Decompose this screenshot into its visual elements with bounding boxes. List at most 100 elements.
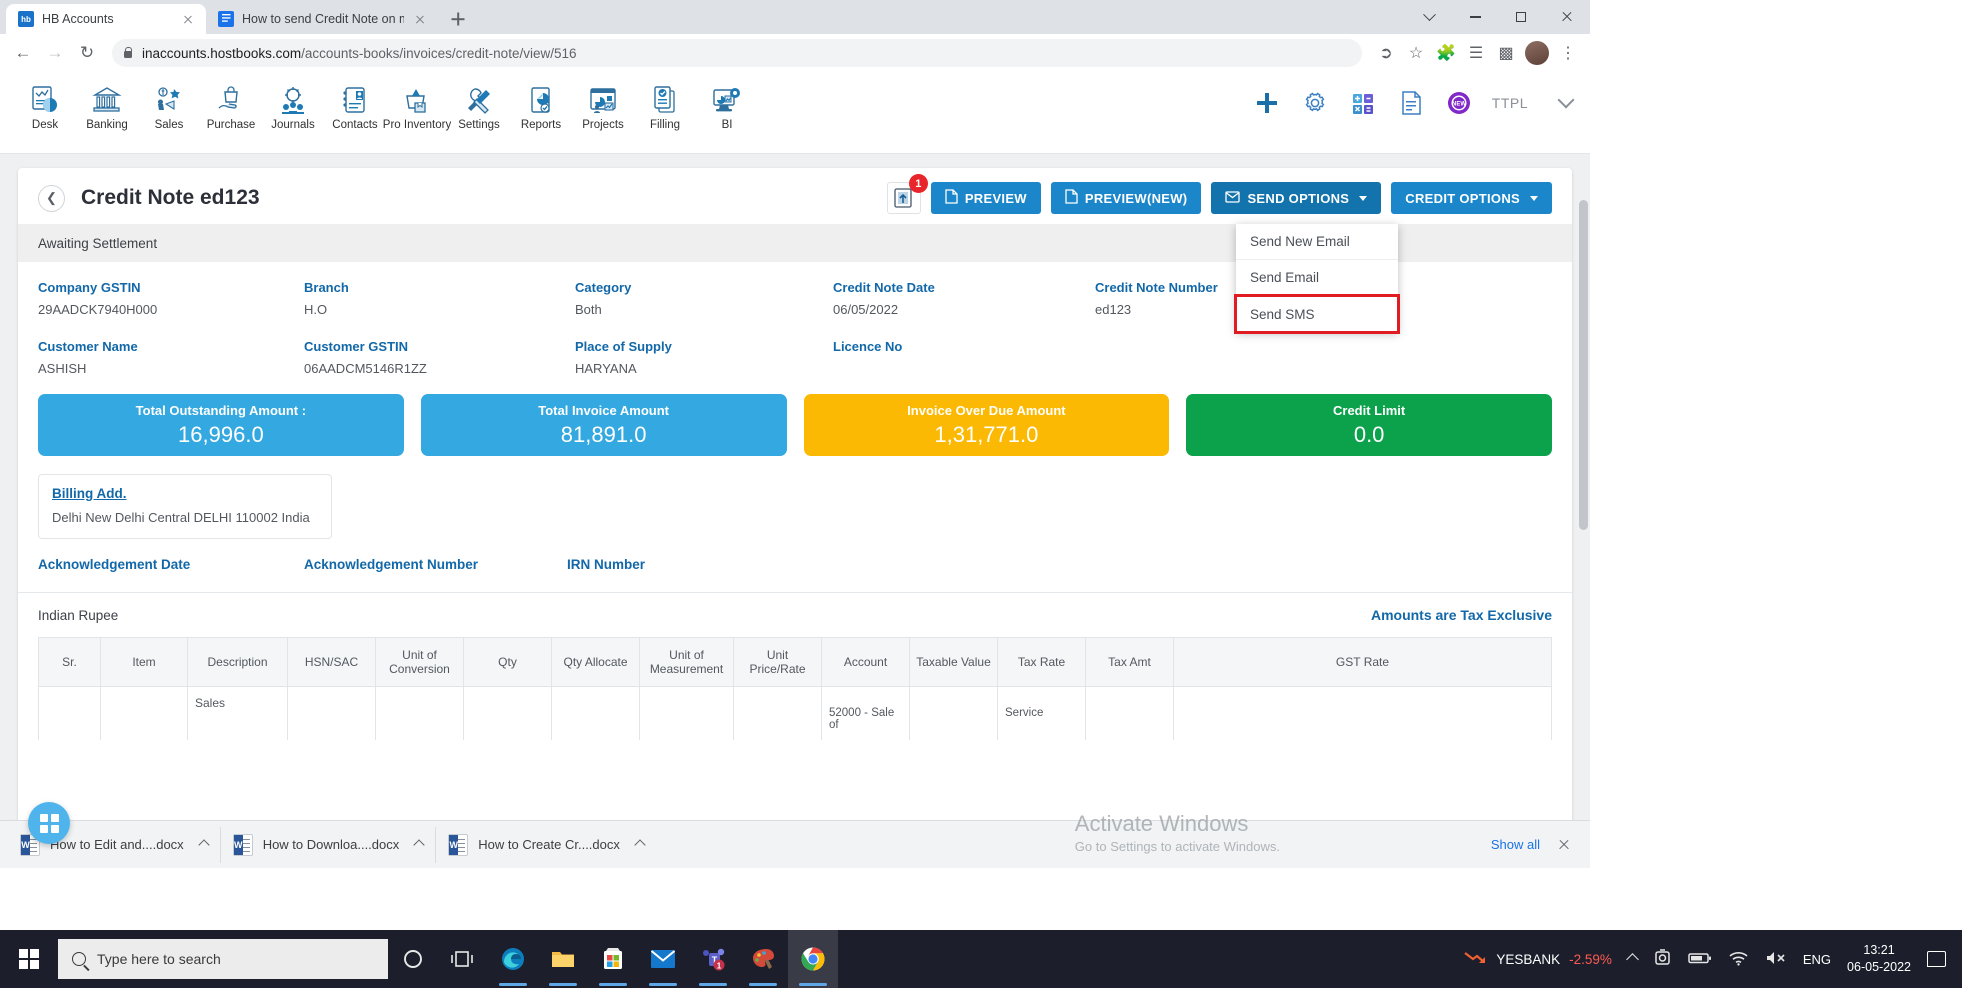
dropdown-item-label: Send SMS (1250, 306, 1315, 322)
task-view-icon[interactable] (438, 930, 488, 988)
reload-icon[interactable]: ↻ (72, 38, 102, 68)
dropdown-item-label: Send Email (1250, 270, 1320, 285)
summary-card-total-invoice: Total Invoice Amount 81,891.0 (420, 394, 787, 456)
volume-muted-icon[interactable] (1765, 950, 1787, 969)
gear-icon[interactable] (1300, 88, 1330, 118)
new-badge-icon[interactable]: NEW (1444, 88, 1474, 118)
dropdown-item-send-sms[interactable]: Send SMS (1234, 294, 1400, 334)
taskbar-search-input[interactable]: Type here to search (58, 939, 388, 979)
field-acknowledgement-date: Acknowledgement Date (38, 557, 304, 572)
extensions-icon[interactable]: 🧩 (1432, 39, 1460, 67)
apps-grid-icon[interactable] (28, 802, 70, 844)
clock-time: 13:21 (1863, 943, 1895, 958)
show-hidden-icons-icon[interactable] (1626, 952, 1639, 966)
nav-item-contacts[interactable]: Contacts (324, 80, 386, 131)
plus-icon[interactable] (1252, 88, 1282, 118)
chrome-menu-icon[interactable]: ⋮ (1554, 39, 1582, 67)
show-all-downloads-link[interactable]: Show all (1491, 837, 1552, 852)
preview-new-button[interactable]: PREVIEW(NEW) (1050, 182, 1202, 214)
browser-tab-hb-accounts[interactable]: hb HB Accounts (6, 4, 206, 34)
preview-button[interactable]: PREVIEW (930, 182, 1041, 214)
nav-item-bi[interactable]: BI (696, 80, 758, 131)
address-bar[interactable]: inaccounts.hostbooks.com/accounts-books/… (112, 39, 1362, 67)
summary-cards-row: Total Outstanding Amount : 16,996.0 Tota… (18, 376, 1572, 456)
billing-address-title[interactable]: Billing Add. (52, 486, 318, 501)
reading-list-icon[interactable]: ☰ (1462, 39, 1490, 67)
column-header-tax-rate: Tax Rate (998, 638, 1086, 686)
language-indicator[interactable]: ENG (1803, 952, 1831, 967)
page-scrollbar[interactable] (1579, 154, 1588, 860)
table-row[interactable]: Sales 52000 - Sale of Service (39, 686, 1551, 740)
teams-icon[interactable]: T1 (688, 930, 738, 988)
file-explorer-icon[interactable] (538, 930, 588, 988)
chrome-icon[interactable] (788, 930, 838, 988)
forward-icon[interactable]: → (40, 38, 70, 68)
camera-icon[interactable] (1653, 948, 1672, 970)
nav-item-journals[interactable]: Journals (262, 80, 324, 131)
maximize-icon[interactable] (1498, 0, 1544, 34)
nav-item-settings[interactable]: Settings (448, 80, 510, 131)
cell-tax-amt (1086, 687, 1174, 740)
cell-unit-of-measurement (640, 687, 734, 740)
print-export-icon[interactable]: 1 (886, 174, 928, 214)
profile-avatar[interactable] (1525, 41, 1549, 65)
download-item-2[interactable]: How to Downloa....docx (221, 826, 437, 863)
word-doc-icon (448, 833, 469, 856)
nav-item-projects[interactable]: Projects (572, 80, 634, 131)
windows-start-icon[interactable] (0, 930, 58, 988)
battery-icon[interactable] (1688, 951, 1712, 968)
calculator-icon[interactable] (1348, 88, 1378, 118)
minimize-icon[interactable] (1452, 0, 1498, 34)
nav-item-sales[interactable]: Sales (138, 80, 200, 131)
download-item-3[interactable]: How to Create Cr....docx (436, 827, 656, 863)
taskbar-clock[interactable]: 13:21 06-05-2022 (1847, 942, 1911, 976)
bookmark-star-icon[interactable]: ☆ (1402, 39, 1430, 67)
nav-item-filling[interactable]: Filling (634, 80, 696, 131)
wifi-icon[interactable] (1728, 950, 1749, 969)
paint-icon[interactable] (738, 930, 788, 988)
cortana-icon[interactable] (388, 930, 438, 988)
nav-item-reports[interactable]: Reports (510, 80, 572, 131)
credit-options-button[interactable]: CREDIT OPTIONS (1391, 182, 1552, 214)
field-place-of-supply: Place of Supply HARYANA (575, 339, 833, 376)
close-icon[interactable] (1552, 833, 1576, 857)
scrollbar-thumb[interactable] (1579, 200, 1588, 530)
send-options-button[interactable]: SEND OPTIONS (1211, 182, 1382, 214)
edge-icon[interactable] (488, 930, 538, 988)
nav-item-banking[interactable]: Banking (76, 80, 138, 131)
inventory-icon (400, 84, 434, 116)
nav-item-purchase[interactable]: Purchase (200, 80, 262, 131)
chevron-down-icon[interactable] (1557, 91, 1575, 109)
chevron-down-icon[interactable] (1406, 0, 1452, 34)
tab-title: HB Accounts (42, 12, 114, 26)
close-icon[interactable] (1544, 0, 1590, 34)
stock-ticker[interactable]: YESBANK -2.59% (1463, 950, 1612, 969)
credit-note-header: ❮ Credit Note ed123 1 PREVIEW PREVIEW(NE… (18, 168, 1572, 334)
chevron-up-icon[interactable] (413, 838, 425, 851)
chevron-up-icon[interactable] (198, 838, 210, 851)
share-icon[interactable]: ➲ (1372, 39, 1400, 67)
close-icon[interactable] (180, 11, 196, 27)
document-icon[interactable] (1396, 88, 1426, 118)
page-content-area: ❮ Credit Note ed123 1 PREVIEW PREVIEW(NE… (0, 154, 1590, 860)
close-icon[interactable] (412, 11, 428, 27)
microsoft-store-icon[interactable] (588, 930, 638, 988)
currency-row: Indian Rupee Amounts are Tax Exclusive (18, 593, 1572, 623)
dropdown-item-label: Send New Email (1250, 234, 1350, 249)
notifications-icon[interactable] (1927, 951, 1946, 967)
browser-tab-how-to-send[interactable]: How to send Credit Note on mai (206, 4, 438, 34)
back-icon[interactable]: ← (8, 38, 38, 68)
nav-item-desk[interactable]: Desk (14, 80, 76, 131)
back-chevron-icon[interactable]: ❮ (38, 184, 65, 212)
sidebar-icon[interactable]: ▩ (1492, 39, 1520, 67)
dropdown-item-send-email[interactable]: Send Email (1236, 260, 1398, 296)
mail-icon[interactable] (638, 930, 688, 988)
nav-item-pro-inventory[interactable]: Pro Inventory (383, 80, 451, 131)
cell-qty-allocate (552, 687, 640, 740)
organization-label: TTPL (1491, 95, 1528, 111)
dropdown-item-send-new-email[interactable]: Send New Email (1236, 224, 1398, 260)
new-tab-button[interactable] (444, 5, 472, 33)
chevron-up-icon[interactable] (634, 838, 646, 851)
nav-label: Sales (154, 119, 184, 131)
desk-icon (28, 84, 62, 116)
